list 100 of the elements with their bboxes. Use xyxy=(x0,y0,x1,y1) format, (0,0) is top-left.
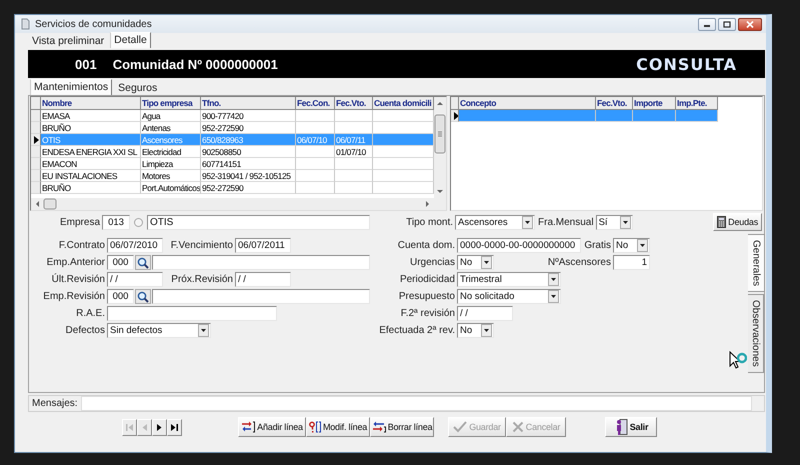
name-field[interactable] xyxy=(152,289,370,304)
scrollbar[interactable] xyxy=(434,97,446,198)
checkmark-icon xyxy=(453,421,468,433)
tab[interactable]: Detalle xyxy=(110,32,151,48)
minimize-button[interactable] xyxy=(698,18,716,30)
window-title: Servicios de comunidades xyxy=(35,18,152,30)
date-field[interactable]: / / xyxy=(107,272,163,287)
cross-icon xyxy=(512,421,524,433)
tab[interactable]: Seguros xyxy=(114,81,162,95)
search-button[interactable] xyxy=(135,255,151,270)
community-title: Comunidad Nº 0000000001 xyxy=(112,56,278,72)
caret-icon xyxy=(548,273,559,286)
arrows-icon xyxy=(372,421,386,433)
add-button[interactable]: Añadir línea xyxy=(238,417,306,437)
bracket-icon xyxy=(308,421,321,433)
field-label: R.A.E. xyxy=(75,308,106,319)
field-label: Emp.Revisión xyxy=(42,291,106,302)
table-row[interactable]: ENDESA ENERGIA XXI SL Electricidad 902508850 01/07/10 xyxy=(31,146,434,158)
field-label: Fra.Mensual xyxy=(538,216,595,228)
debts-button[interactable]: Deudas xyxy=(713,213,762,231)
exit-button[interactable]: Salir xyxy=(605,417,657,437)
field-label: Empresa xyxy=(58,216,101,228)
dropdown[interactable]: Ascensores xyxy=(455,214,535,230)
dropdown[interactable]: No xyxy=(613,238,650,253)
tab[interactable]: Vista preliminar xyxy=(28,34,108,48)
caret-icon xyxy=(620,216,631,228)
column-header[interactable]: Fec.Vto. xyxy=(596,97,633,110)
mode-label: CONSULTA xyxy=(636,54,737,74)
search-button[interactable] xyxy=(135,289,151,304)
tab[interactable]: Observaciones xyxy=(748,294,764,373)
table-row[interactable] xyxy=(451,110,718,122)
field-label: Urgencias xyxy=(408,257,456,268)
field-label: NºAscensores xyxy=(548,257,612,268)
next-record-button[interactable] xyxy=(152,418,167,436)
last-record-button[interactable] xyxy=(167,418,182,436)
date-field[interactable]: / / xyxy=(457,306,513,321)
dropdown[interactable]: No xyxy=(457,323,494,338)
tab[interactable]: Mantenimientos xyxy=(30,79,112,95)
account-field[interactable]: 0000-0000-00-0000000000 xyxy=(457,238,581,253)
field-label: Defectos xyxy=(64,325,106,336)
column-header[interactable]: Imp.Pte. xyxy=(676,97,718,110)
field-label: F.Contrato xyxy=(58,240,106,251)
column-header[interactable]: Fec.Con. xyxy=(296,97,335,110)
name-field[interactable] xyxy=(152,255,370,270)
delete-button[interactable]: Borrar línea xyxy=(370,417,434,437)
caret-icon xyxy=(637,239,648,252)
column-header[interactable]: Concepto xyxy=(459,97,596,110)
table-row[interactable]: EU INSTALACIONES Motores 952-319041 / 952-105125 xyxy=(31,170,434,182)
maximize-button[interactable] xyxy=(718,18,736,30)
column-header[interactable]: Tipo empresa xyxy=(141,97,201,110)
column-header[interactable]: Importe xyxy=(633,97,676,110)
edit-button[interactable]: Modif. línea xyxy=(306,417,370,437)
field-label: Emp.Anterior xyxy=(46,257,106,268)
caret-icon xyxy=(198,324,209,337)
search-icon xyxy=(137,256,149,268)
dropdown[interactable]: No solicitado xyxy=(457,289,561,304)
circle-icon xyxy=(133,216,144,228)
last-record-icon xyxy=(170,422,179,432)
arrows-icon xyxy=(241,421,256,433)
column-header[interactable]: Tfno. xyxy=(201,97,296,110)
next-record-icon xyxy=(155,422,164,432)
row-pointer-icon xyxy=(454,112,458,120)
close-button[interactable] xyxy=(738,18,762,30)
dropdown[interactable]: Sin defectos xyxy=(107,323,211,338)
caret-icon xyxy=(548,290,559,303)
date-field[interactable]: 06/07/2011 xyxy=(235,238,291,253)
table-row[interactable]: BRUÑO Antenas 952-272590 xyxy=(31,122,434,134)
field-label: Últ.Revisión xyxy=(50,274,106,285)
dropdown[interactable]: No xyxy=(457,255,494,270)
dropdown[interactable]: Trimestral xyxy=(457,272,561,287)
table-cell: 952-272590 xyxy=(201,182,296,194)
table-row[interactable]: BRUÑO Port.Automáticos 952-272590 xyxy=(31,182,434,194)
dropdown[interactable]: Sí xyxy=(596,214,633,230)
field-label: Efectuada 2ª rev. xyxy=(378,325,456,336)
date-field[interactable]: 06/07/2010 xyxy=(107,238,163,253)
field-label: Gratis xyxy=(584,240,612,251)
number-field[interactable]: 1 xyxy=(613,255,650,270)
field-label: Periodicidad xyxy=(398,274,456,285)
text-field[interactable] xyxy=(107,306,277,321)
code-field[interactable]: 000 xyxy=(107,289,134,304)
caret-icon xyxy=(481,324,492,337)
caret-icon xyxy=(481,256,492,269)
name-field[interactable]: OTIS xyxy=(147,214,370,230)
caret-icon xyxy=(522,216,533,228)
table-row[interactable]: EMASA Agua 900-777420 xyxy=(31,110,434,122)
field-label: F.Vencimiento xyxy=(170,240,234,251)
field-label: Cuenta dom. xyxy=(396,240,456,251)
field-label: F.2ª revisión xyxy=(400,308,456,319)
date-field[interactable]: / / xyxy=(235,272,291,287)
tab[interactable]: Generales xyxy=(748,234,765,292)
table-row[interactable]: EMACON Limpieza 607714151 xyxy=(31,158,434,170)
column-header[interactable]: Fec.Vto. xyxy=(335,97,373,110)
field-label: Presupuesto xyxy=(398,291,456,302)
field-label: Tipo mont. xyxy=(405,216,454,228)
column-header[interactable]: Cuenta domicili xyxy=(373,97,434,110)
code-field[interactable]: 013 xyxy=(102,214,130,230)
scrollbar[interactable] xyxy=(31,198,446,210)
code-field[interactable]: 000 xyxy=(107,255,134,270)
table-cell: Port.Automáticos xyxy=(141,182,201,194)
column-header[interactable]: Nombre xyxy=(41,97,141,110)
